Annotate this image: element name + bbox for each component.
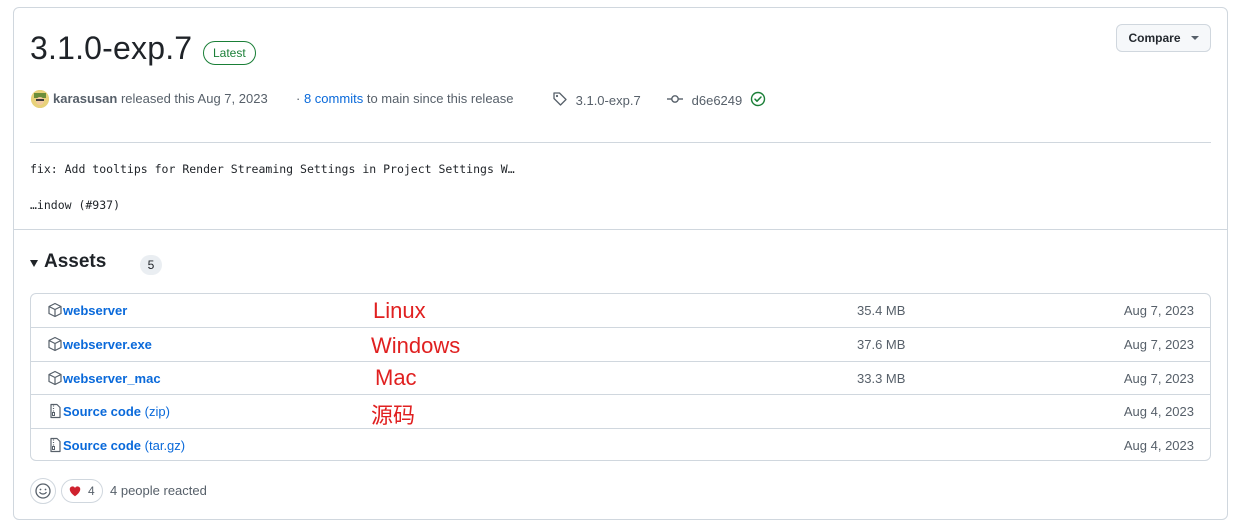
asset-date: Aug 4, 2023 — [1123, 404, 1194, 419]
heart-icon — [69, 486, 81, 497]
asset-size: 37.6 MB — [857, 337, 906, 352]
release-notes-line-1: fix: Add tooltips for Render Streaming S… — [30, 162, 515, 176]
package-icon — [48, 302, 62, 318]
avatar[interactable] — [31, 90, 49, 108]
author-link[interactable]: karasusan — [53, 91, 117, 106]
asset-date: Aug 7, 2023 — [1123, 337, 1194, 352]
asset-name-label: Source code — [63, 404, 142, 419]
asset-name-label: Source code — [63, 438, 142, 453]
package-icon — [48, 370, 62, 386]
reactions-summary: 4 people reacted — [110, 483, 207, 498]
commits-info: · 8 commits to main since this release — [296, 91, 514, 106]
release-title[interactable]: 3.1.0-exp.7 — [30, 30, 192, 67]
asset-row: webserver.exe 37.6 MB Aug 7, 2023 — [31, 327, 1210, 360]
verified-check-icon[interactable] — [750, 91, 766, 107]
asset-name[interactable]: webserver — [63, 303, 127, 318]
assets-count: 5 — [140, 255, 162, 275]
commits-link[interactable]: 8 commits — [304, 91, 363, 106]
heart-count: 4 — [88, 484, 95, 498]
asset-name[interactable]: Source code (tar.gz) — [63, 438, 185, 453]
git-commit-icon — [667, 95, 683, 103]
add-reaction-button[interactable] — [30, 478, 56, 504]
annotation-mac: Mac — [375, 365, 417, 390]
release-notes-line-2: …indow (#937) — [30, 198, 121, 212]
smiley-icon — [35, 483, 51, 499]
triangle-down-icon — [30, 260, 38, 267]
asset-ext: (zip) — [144, 404, 170, 419]
asset-row: webserver_mac 33.3 MB Aug 7, 2023 — [31, 361, 1210, 394]
assets-title: Assets — [44, 251, 107, 272]
asset-name[interactable]: webserver_mac — [63, 371, 161, 386]
asset-size: 33.3 MB — [857, 371, 906, 386]
file-zip-icon — [50, 437, 61, 453]
asset-ext: (tar.gz) — [144, 438, 186, 453]
asset-size: 35.4 MB — [857, 303, 906, 318]
tag-icon — [553, 92, 567, 106]
commit-link[interactable]: d6e6249 — [666, 91, 766, 108]
latest-badge: Latest — [203, 41, 256, 65]
tag-link[interactable]: 3.1.0-exp.7 — [552, 91, 641, 108]
commit-hash: d6e6249 — [691, 93, 743, 108]
asset-name[interactable]: Source code (zip) — [63, 404, 170, 419]
annotation-linux: Linux — [373, 298, 426, 323]
asset-date: Aug 7, 2023 — [1123, 303, 1194, 318]
annotation-windows: Windows — [371, 333, 461, 358]
asset-date: Aug 4, 2023 — [1123, 438, 1194, 453]
header-divider — [30, 142, 1211, 143]
file-zip-icon — [50, 403, 61, 419]
asset-row: webserver 35.4 MB Aug 7, 2023 — [31, 294, 1210, 327]
release-card: 3.1.0-exp.7 Latest Compare karasusan rel… — [13, 7, 1228, 520]
asset-date: Aug 7, 2023 — [1123, 371, 1194, 386]
compare-label: Compare — [1128, 31, 1181, 45]
release-author-line: karasusan released this Aug 7, 2023 — [53, 91, 268, 106]
asset-name[interactable]: webserver.exe — [63, 337, 152, 352]
body-divider — [14, 229, 1227, 230]
assets-list: webserver 35.4 MB Aug 7, 2023 webserver.… — [30, 293, 1211, 461]
commits-suffix: to main since this release — [366, 91, 514, 106]
compare-button[interactable]: Compare — [1116, 24, 1211, 52]
tag-label: 3.1.0-exp.7 — [575, 93, 641, 108]
released-text: released this Aug 7, 2023 — [120, 91, 268, 106]
chevron-down-icon — [1190, 36, 1199, 40]
release-meta: karasusan released this Aug 7, 2023 · 8 … — [30, 90, 1211, 113]
asset-row: Source code (zip) Aug 4, 2023 — [31, 394, 1210, 427]
heart-reaction-button[interactable]: 4 — [61, 479, 103, 503]
separator-dot: · — [296, 91, 301, 106]
annotation-source: 源码 — [371, 403, 416, 428]
asset-row: Source code (tar.gz) Aug 4, 2023 — [31, 428, 1210, 461]
package-icon — [48, 336, 62, 352]
